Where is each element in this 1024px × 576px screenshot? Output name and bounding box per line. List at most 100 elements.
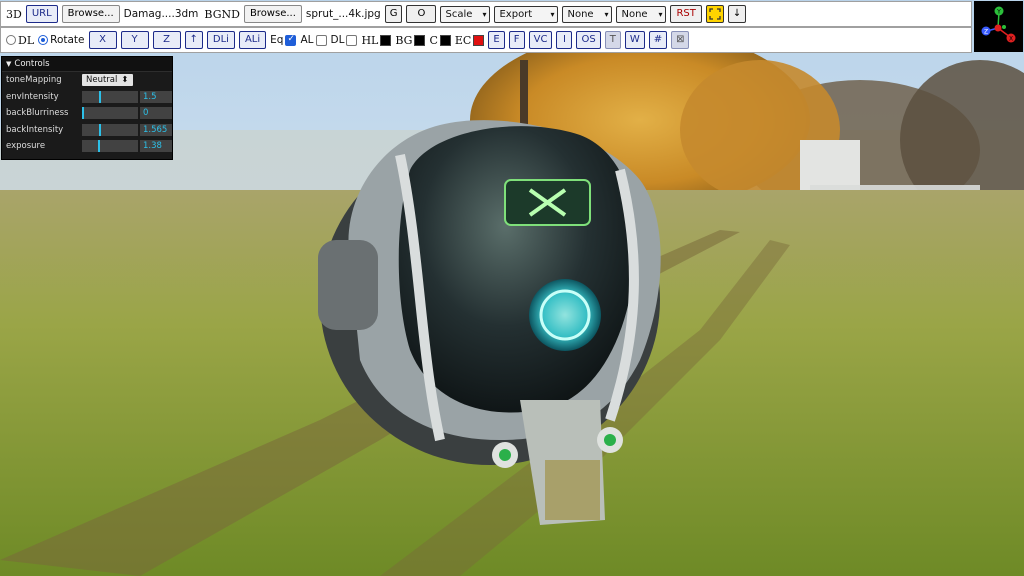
fullscreen-button[interactable] <box>705 5 724 23</box>
dl-check-label: DL <box>330 34 345 46</box>
control-row: exposure 1.38 <box>2 138 172 155</box>
env-intensity-input[interactable]: 1.5 <box>140 90 172 103</box>
os-button[interactable]: OS <box>576 31 601 49</box>
env-intensity-slider[interactable] <box>82 90 138 103</box>
rotate-radio[interactable]: Rotate <box>38 34 85 46</box>
radio-circle <box>6 35 16 45</box>
t-button[interactable]: T <box>604 31 621 49</box>
g-button[interactable]: G <box>384 5 403 23</box>
expand-icon <box>709 8 721 20</box>
dl-checkbox[interactable]: DL <box>331 34 358 46</box>
control-row: envIntensity 1.5 <box>2 89 172 106</box>
hash-button[interactable]: # <box>648 31 668 49</box>
controls-title: Controls <box>14 59 50 69</box>
al-checkbox[interactable]: AL <box>300 34 327 46</box>
slider-fill <box>98 90 101 103</box>
control-row-label: envIntensity <box>6 91 59 102</box>
chevron-down-icon: ▾ <box>604 9 609 19</box>
bg-color-picker[interactable]: BG <box>395 33 426 47</box>
gizmo-z-label: Z <box>984 29 988 36</box>
f-button[interactable]: F <box>508 31 525 49</box>
export-select-value: Export <box>499 8 533 20</box>
ali-button[interactable]: ALi <box>238 31 267 49</box>
back-blurriness-slider[interactable] <box>82 107 138 120</box>
none-select-2-value: None <box>621 8 648 20</box>
slider-fill <box>99 123 102 136</box>
tone-mapping-select[interactable]: Neutral ⬍ <box>82 74 133 87</box>
c-color-picker[interactable]: C <box>429 33 451 47</box>
arrow-down-button[interactable]: ↓ <box>727 5 747 23</box>
hl-color-picker[interactable]: HL <box>361 33 392 47</box>
scale-select-value: Scale <box>445 8 473 20</box>
rotate-radio-label: Rotate <box>50 34 85 46</box>
y-button[interactable]: Y <box>120 31 149 49</box>
controls-header[interactable]: ▼ Controls <box>2 57 172 72</box>
eq-label: Eq <box>270 34 284 46</box>
ec-color-picker[interactable]: EC <box>455 34 485 47</box>
export-select[interactable]: Export ▾ <box>494 5 559 23</box>
back-intensity-slider[interactable] <box>82 123 138 136</box>
dli-button[interactable]: DLi <box>206 31 235 49</box>
checkbox-unchecked <box>346 34 358 46</box>
dl-radio-label: DL <box>18 33 35 47</box>
controls-panel: ▼ Controls toneMapping Neutral ⬍ envInten… <box>1 56 173 160</box>
al-label: AL <box>300 34 314 46</box>
control-row-label: backBlurriness <box>6 108 69 119</box>
axis-gizmo-icon: Y Z X <box>981 6 1016 43</box>
bg-label: BG <box>395 33 413 47</box>
collapse-triangle-icon: ▼ <box>6 60 12 68</box>
axis-gizmo[interactable]: Y Z X <box>974 1 1023 52</box>
exposure-slider[interactable] <box>82 140 138 153</box>
ec-color-swatch <box>473 34 485 46</box>
chevron-down-icon: ▾ <box>482 9 487 19</box>
gizmo-y-label: Y <box>996 9 1001 16</box>
control-row: backBlurriness 0 <box>2 105 172 122</box>
radio-circle <box>38 35 49 45</box>
none-select-2[interactable]: None ▾ <box>616 5 667 23</box>
eq-checkbox[interactable]: Eq <box>270 34 297 46</box>
slider-fill <box>97 140 100 153</box>
model-label: 3D <box>6 7 22 21</box>
c-label: C <box>429 33 438 47</box>
none-select-1[interactable]: None ▾ <box>562 5 613 23</box>
url-button[interactable]: URL <box>25 5 58 23</box>
control-row-label: backIntensity <box>6 124 64 135</box>
e-button[interactable]: E <box>488 31 505 49</box>
tone-mapping-label: toneMapping <box>6 75 62 86</box>
hl-label: HL <box>361 33 379 47</box>
rst-button[interactable]: RST <box>670 5 702 23</box>
grid-button[interactable]: ⊠ <box>671 31 690 49</box>
slider-fill <box>82 107 84 120</box>
bg-color-swatch <box>414 34 426 46</box>
i-button[interactable]: I <box>556 31 573 49</box>
model-browse-button[interactable]: Browse... <box>61 5 120 23</box>
checkbox-checked <box>285 34 297 46</box>
o-button[interactable]: O <box>406 5 437 23</box>
dl-radio[interactable]: DL <box>6 34 34 47</box>
back-intensity-input[interactable]: 1.565 <box>140 123 172 136</box>
bgnd-browse-button[interactable]: Browse... <box>243 5 302 23</box>
scale-select[interactable]: Scale ▾ <box>440 5 491 23</box>
z-button[interactable]: Z <box>152 31 181 49</box>
tone-mapping-row: toneMapping Neutral ⬍ <box>2 72 172 89</box>
up-button[interactable]: ↑ <box>184 31 203 49</box>
secondary-toolbar: DL Rotate X Y Z ↑ DLi ALi Eq AL DL HL BG… <box>0 27 972 53</box>
c-color-swatch <box>439 34 451 46</box>
bgnd-label: BGND <box>204 7 240 21</box>
back-blurriness-input[interactable]: 0 <box>140 107 172 120</box>
gizmo-x-label: X <box>1009 36 1013 43</box>
vc-button[interactable]: VC <box>528 31 553 49</box>
model-filename: Damag....3dm <box>123 8 199 20</box>
none-select-1-value: None <box>567 8 594 20</box>
control-row-label: exposure <box>6 141 46 152</box>
hl-color-swatch <box>380 34 392 46</box>
x-button[interactable]: X <box>88 31 117 49</box>
checkbox-unchecked <box>315 34 327 46</box>
exposure-input[interactable]: 1.38 <box>140 140 172 153</box>
updown-arrows-icon: ⬍ <box>121 75 129 86</box>
w-button[interactable]: W <box>624 31 645 49</box>
bgnd-filename: sprut_...4k.jpg <box>305 8 381 20</box>
chevron-down-icon: ▾ <box>550 9 555 19</box>
control-row: backIntensity 1.565 <box>2 122 172 139</box>
main-toolbar: 3D URL Browse... Damag....3dm BGND Brows… <box>0 1 972 27</box>
